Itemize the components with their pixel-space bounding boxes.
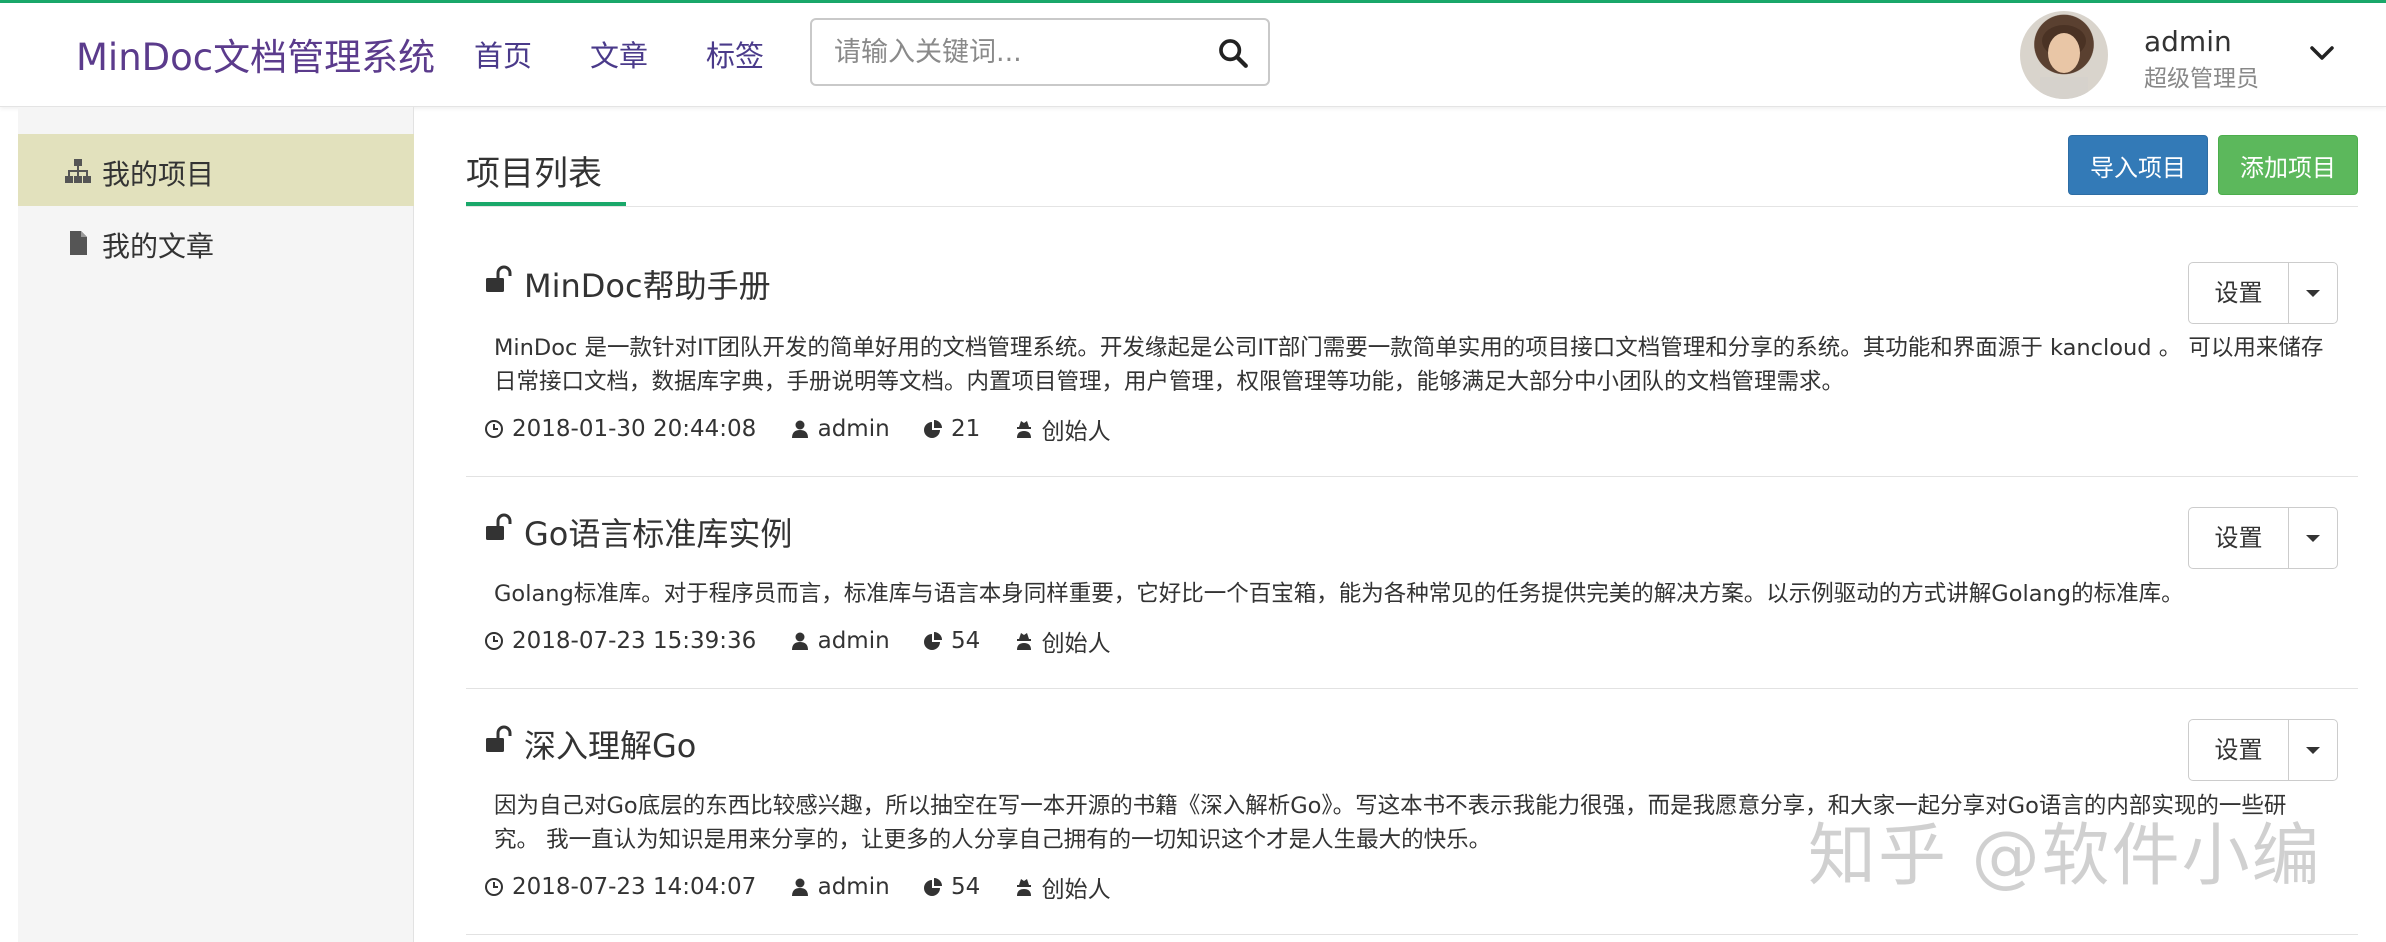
project-role: 创始人 [1041, 419, 1111, 445]
add-project-button[interactable]: 添加项目 [2218, 135, 2358, 195]
settings-button[interactable]: 设置 [2189, 720, 2289, 780]
project-item: MinDoc帮助手册 设置 MinDoc 是一款针对IT团队开发的简单好用的文档… [466, 207, 2358, 477]
project-item: Go语言标准库实例 设置 Golang标准库。对于程序员而言，标准库与语言本身同… [466, 477, 2358, 689]
user-secret-icon [1016, 633, 1031, 650]
watermark: 知乎 @软件小编 [1808, 817, 2322, 896]
project-meta: 2018-01-30 20:44:08 admin 21 创始人 [484, 412, 1137, 445]
settings-button[interactable]: 设置 [2189, 508, 2289, 568]
nav-articles[interactable]: 文章 [590, 33, 648, 75]
nav-home[interactable]: 首页 [474, 33, 532, 75]
caret-down-icon[interactable] [2289, 263, 2337, 323]
settings-button-group: 设置 [2188, 262, 2338, 324]
user-icon [791, 420, 808, 438]
user-icon [791, 878, 808, 896]
project-author: admin [817, 628, 890, 654]
project-meta: 2018-07-23 14:04:07 admin 54 创始人 [484, 870, 1137, 903]
project-role: 创始人 [1041, 631, 1111, 657]
user-icon [791, 632, 808, 650]
unlock-icon [486, 265, 512, 292]
nav-tags[interactable]: 标签 [706, 33, 764, 75]
user-name[interactable]: admin [2144, 25, 2232, 58]
pie-chart-icon [923, 878, 942, 896]
settings-button-group: 设置 [2188, 719, 2338, 781]
sidebar-item-label: 我的项目 [102, 158, 215, 191]
clock-icon [485, 878, 503, 896]
user-secret-icon [1016, 879, 1031, 896]
caret-down-icon[interactable] [2289, 720, 2337, 780]
pie-chart-icon [923, 632, 942, 650]
clock-icon [485, 632, 503, 650]
project-date: 2018-01-30 20:44:08 [512, 416, 757, 442]
project-date: 2018-07-23 14:04:07 [512, 874, 757, 900]
clock-icon [485, 420, 503, 438]
project-author: admin [817, 416, 890, 442]
page-title: 项目列表 [466, 154, 602, 194]
settings-button-group: 设置 [2188, 507, 2338, 569]
settings-button[interactable]: 设置 [2189, 263, 2289, 323]
caret-down-icon[interactable] [2289, 508, 2337, 568]
user-role: 超级管理员 [2144, 66, 2259, 92]
search-input[interactable] [834, 30, 1204, 74]
file-icon [70, 231, 87, 255]
brand-logo[interactable]: MinDoc文档管理系统 [76, 27, 435, 81]
project-doc-count: 54 [950, 874, 981, 900]
project-description: Golang标准库。对于程序员而言，标准库与语言本身同样重要，它好比一个百宝箱，… [494, 581, 2184, 607]
sidebar-item-label: 我的文章 [102, 230, 215, 263]
project-title[interactable]: Go语言标准库实例 [524, 509, 792, 555]
sidebar-item-my-articles[interactable]: 我的文章 [18, 206, 414, 278]
import-project-button[interactable]: 导入项目 [2068, 135, 2208, 195]
project-date: 2018-07-23 15:39:36 [512, 628, 757, 654]
search-box [810, 18, 1270, 86]
sitemap-icon [65, 159, 91, 183]
project-author: admin [817, 874, 890, 900]
top-navbar: MinDoc文档管理系统 首页 文章 标签 admin 超级管理员 [0, 3, 2386, 107]
project-description: MinDoc 是一款针对IT团队开发的简单好用的文档管理系统。开发缘起是公司IT… [494, 335, 2324, 395]
user-secret-icon [1016, 421, 1031, 438]
unlock-icon [486, 725, 512, 752]
project-doc-count: 21 [950, 416, 981, 442]
unlock-icon [486, 513, 512, 540]
project-title[interactable]: 深入理解Go [524, 721, 696, 767]
pie-chart-icon [923, 420, 942, 438]
sidebar: 我的项目 我的文章 [18, 107, 414, 942]
sidebar-item-my-projects[interactable]: 我的项目 [18, 134, 414, 206]
project-role: 创始人 [1041, 877, 1111, 903]
project-title[interactable]: MinDoc帮助手册 [524, 261, 771, 307]
chevron-down-icon[interactable] [2308, 43, 2336, 63]
avatar[interactable] [2020, 11, 2108, 99]
project-doc-count: 54 [950, 628, 981, 654]
search-icon[interactable] [1216, 36, 1250, 70]
project-meta: 2018-07-23 15:39:36 admin 54 创始人 [484, 624, 1137, 657]
